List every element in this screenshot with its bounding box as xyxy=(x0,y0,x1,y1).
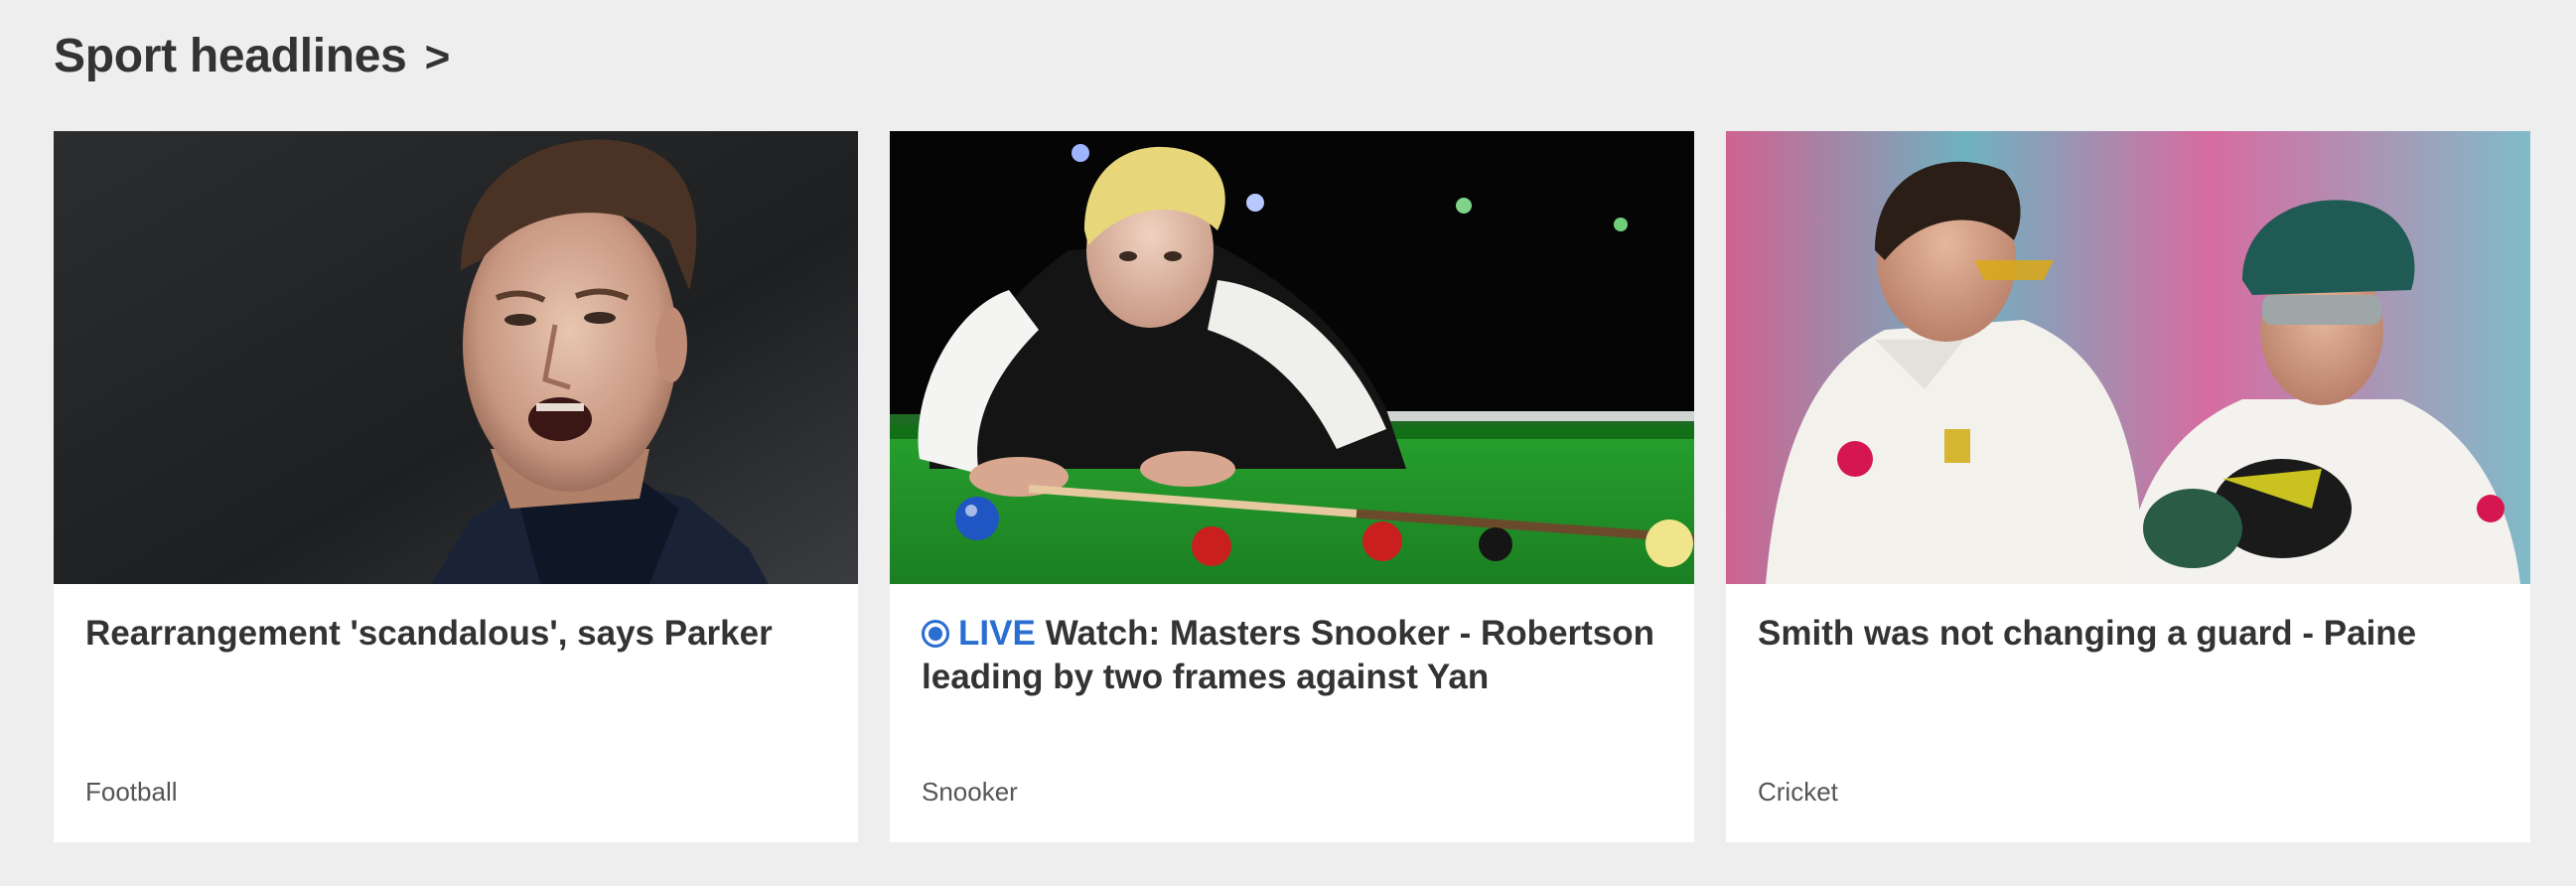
snooker-player-photo xyxy=(890,131,1694,584)
headline-title[interactable]: Smith was not changing a guard - Paine xyxy=(1758,612,2493,656)
headline-tag-snooker[interactable]: Snooker xyxy=(922,777,1018,808)
sport-headlines-link[interactable]: Sport headlines > xyxy=(54,18,450,93)
headline-title[interactable]: LIVE Watch: Masters Snooker - Robertson l… xyxy=(922,612,1656,699)
headline-tag-cricket[interactable]: Cricket xyxy=(1758,777,1838,808)
headline-card-snooker[interactable]: LIVE Watch: Masters Snooker - Robertson l… xyxy=(890,131,1694,842)
headline-card-football[interactable]: Rearrangement 'scandalous', says Parker … xyxy=(54,131,858,842)
snooker-player-image[interactable] xyxy=(890,131,1694,584)
live-icon xyxy=(922,620,949,648)
headline-cards: Rearrangement 'scandalous', says Parker … xyxy=(54,131,2532,842)
cricket-players-photo xyxy=(1726,131,2530,584)
live-indicator: LIVE xyxy=(922,614,1046,653)
headline-title[interactable]: Rearrangement 'scandalous', says Parker xyxy=(85,612,820,656)
cricket-players-image[interactable] xyxy=(1726,131,2530,584)
live-label: LIVE xyxy=(958,614,1036,653)
chevron-right-icon: > xyxy=(424,33,451,81)
headline-card-cricket[interactable]: Smith was not changing a guard - Paine C… xyxy=(1726,131,2530,842)
headline-tag-football[interactable]: Football xyxy=(85,777,178,808)
football-manager-photo xyxy=(54,131,858,584)
section-title: Sport headlines xyxy=(54,29,407,82)
football-manager-image[interactable] xyxy=(54,131,858,584)
